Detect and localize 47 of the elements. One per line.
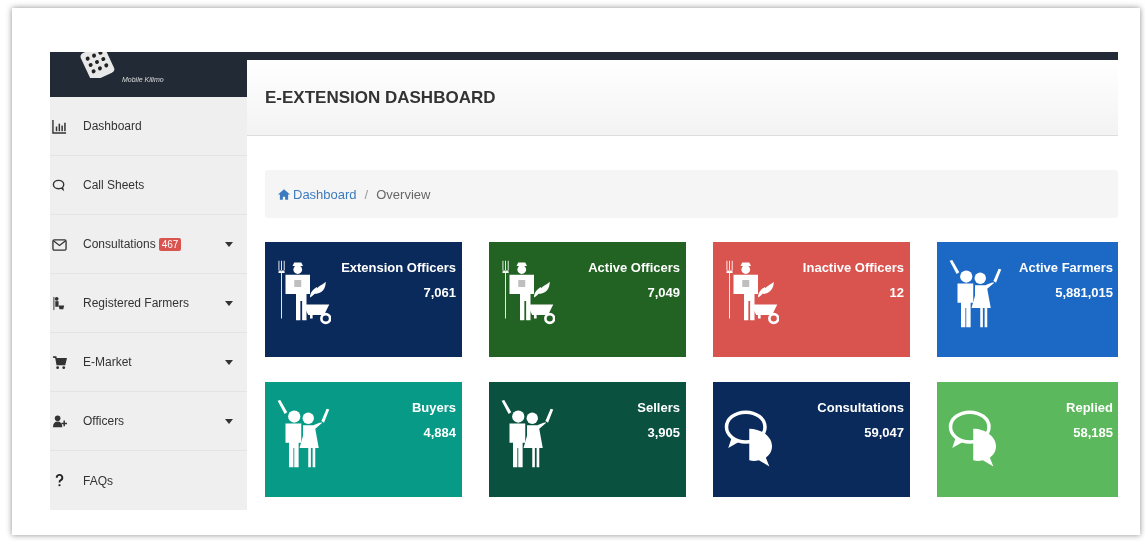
cart-icon [52,354,67,370]
page-title: E-EXTENSION DASHBOARD [265,87,496,108]
card-value: 4,884 [423,425,456,440]
stat-card[interactable]: Extension Officers 7,061 [265,242,462,357]
card-title: Replied [1066,400,1113,415]
breadcrumb-separator: / [364,186,369,202]
card-title: Sellers [637,400,680,415]
card-title: Active Officers [588,260,680,275]
card-value: 12 [889,285,904,300]
stat-card[interactable]: Active Farmers 5,881,015 [937,242,1118,357]
sidebar-item-label: E-Market [83,355,132,369]
card-value: 59,047 [864,425,904,440]
home-icon [278,188,290,200]
sidebar-item[interactable]: Consultations 467 [50,215,247,274]
card-value: 7,049 [647,285,680,300]
card-value: 3,905 [647,425,680,440]
stat-card[interactable]: Consultations 59,047 [713,382,910,497]
breadcrumb-current: Overview [376,186,431,202]
count-badge: 467 [158,237,182,251]
sidebar-item[interactable]: Registered Farmers [50,274,247,333]
card-title: Buyers [411,400,456,415]
sidebar-item-label: Officers [83,414,125,428]
stat-card[interactable]: Active Officers 7,049 [489,242,686,357]
card-value: 58,185 [1073,425,1113,440]
chat-icon [52,177,67,193]
add-user-icon [52,413,67,429]
stat-card[interactable]: Inactive Officers 12 [713,242,910,357]
sidebar-item-label: Registered Farmers [83,296,190,310]
card-title: Inactive Officers [802,260,904,275]
envelope-icon [52,236,67,252]
sidebar-item-label: Dashboard [83,119,142,133]
sidebar-item-label: FAQs [83,473,113,488]
stat-card[interactable]: Sellers 3,905 [489,382,686,497]
sidebar-item[interactable]: Call Sheets [50,156,247,215]
sidebar-item-label: Consultations [83,237,156,251]
sidebar-item-label: Call Sheets [83,178,145,192]
sidebar-item[interactable]: FAQs [50,451,247,510]
breadcrumb-link[interactable]: Dashboard [278,186,357,202]
bar-chart-icon [52,118,67,134]
farmer-icon [52,295,67,311]
card-title: Extension Officers [341,260,456,275]
card-value: 5,881,015 [1055,285,1113,300]
card-title: Consultations [817,400,904,415]
card-title: Active Farmers [1019,260,1113,275]
sidebar-item[interactable]: Officers [50,392,247,451]
sidebar-item[interactable]: E-Market [50,333,247,392]
card-value: 7,061 [423,285,456,300]
